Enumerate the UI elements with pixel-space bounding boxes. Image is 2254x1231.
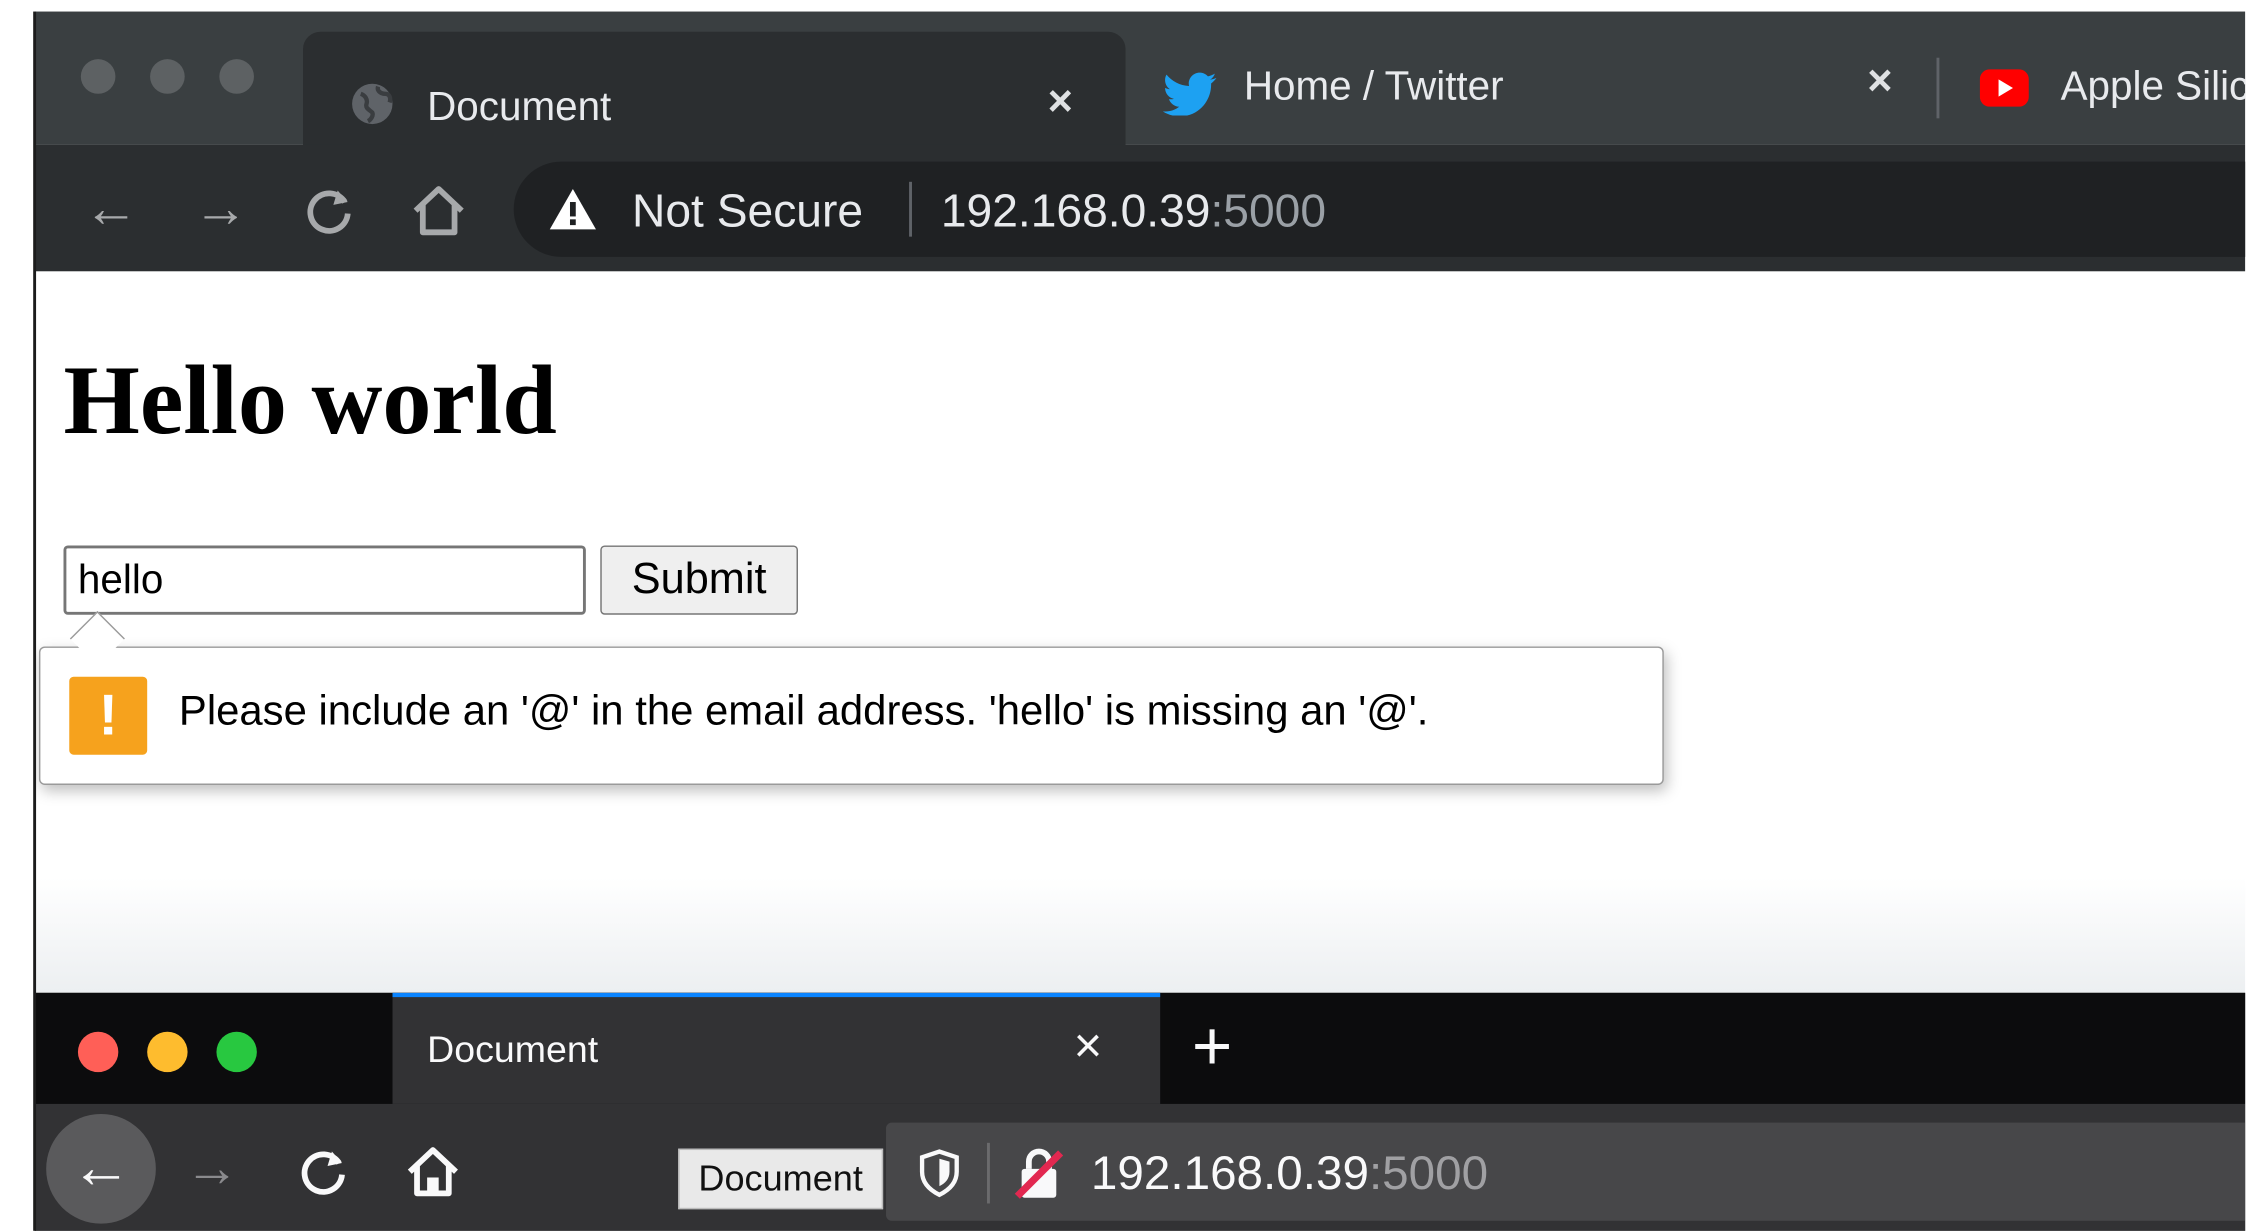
- url-host: 192.168.0.39: [940, 184, 1211, 237]
- email-input[interactable]: [63, 545, 586, 615]
- top-margin: [0, 0, 2254, 12]
- home-icon[interactable]: [410, 182, 468, 240]
- address-separator: [909, 181, 912, 237]
- twitter-icon: [1163, 72, 1217, 116]
- warning-triangle-icon[interactable]: [548, 186, 597, 232]
- new-tab-plus-icon[interactable]: +: [1192, 1007, 1232, 1086]
- url-text[interactable]: 192.168.0.39:5000: [1091, 1146, 1488, 1201]
- right-margin: [2245, 0, 2254, 1231]
- reload-icon[interactable]: [303, 185, 355, 237]
- forward-arrow-icon[interactable]: →: [185, 1140, 240, 1198]
- window-shadow: [34, 877, 2246, 993]
- home-icon[interactable]: [404, 1143, 462, 1201]
- url-port: :5000: [1368, 1145, 1489, 1200]
- window-close-button[interactable]: [77, 1031, 119, 1073]
- url-port: :5000: [1210, 184, 1327, 237]
- warning-icon: !: [69, 676, 148, 755]
- url-host: 192.168.0.39: [1090, 1145, 1369, 1200]
- chrome-tab-title: Apple Silic: [2060, 63, 2246, 109]
- chrome-tab-document[interactable]: Document ×: [303, 31, 1126, 148]
- firefox-tab-title: Document: [427, 1027, 599, 1071]
- firefox-tab-bar: Document × +: [34, 992, 2246, 1104]
- screenshot-stage: Document × Home / Twitter × Apple Silic: [0, 0, 2254, 1231]
- back-arrow-icon[interactable]: ←: [46, 1113, 156, 1224]
- chrome-tab-close-icon[interactable]: ×: [1048, 78, 1073, 127]
- chrome-window: Document × Home / Twitter × Apple Silic: [34, 11, 2246, 993]
- window-close-button[interactable]: [80, 59, 116, 94]
- chrome-tab-strip: Document × Home / Twitter × Apple Silic: [34, 11, 2246, 148]
- window-minimize-button[interactable]: [150, 59, 185, 94]
- window-maximize-button[interactable]: [216, 1031, 257, 1073]
- window-edge: [33, 11, 37, 1231]
- address-separator: [987, 1142, 990, 1204]
- validation-tooltip: ! Please include an '@' in the email add…: [38, 646, 1664, 785]
- back-arrow-icon[interactable]: ←: [84, 180, 139, 238]
- security-label[interactable]: Not Secure: [632, 185, 863, 238]
- firefox-address-bar[interactable]: [886, 1122, 2246, 1221]
- window-minimize-button[interactable]: [147, 1031, 188, 1073]
- insecure-lock-icon[interactable]: [1013, 1146, 1065, 1201]
- chrome-tab-close-icon[interactable]: ×: [1867, 58, 1892, 107]
- chrome-tab-title: Document: [427, 83, 612, 129]
- firefox-window: Document × + ← → 192.168.0.39:5000: [34, 992, 2246, 1231]
- hover-tooltip: Document: [678, 1148, 884, 1210]
- firefox-tab-document[interactable]: Document ×: [392, 992, 1161, 1104]
- tab-divider: [1936, 57, 1940, 119]
- active-tab-indicator: [392, 992, 1161, 998]
- validation-message: Please include an '@' in the email addre…: [178, 688, 1429, 735]
- window-maximize-button[interactable]: [219, 59, 254, 94]
- reload-icon[interactable]: [297, 1146, 349, 1198]
- chrome-tab-title: Home / Twitter: [1243, 63, 1504, 109]
- url-text[interactable]: 192.168.0.39:5000: [941, 185, 1326, 238]
- firefox-tab-close-icon[interactable]: ×: [1074, 1019, 1103, 1075]
- page-heading: Hello world: [63, 344, 557, 455]
- forward-arrow-icon[interactable]: →: [193, 180, 248, 238]
- youtube-icon: [1979, 69, 2029, 107]
- submit-button[interactable]: Submit: [600, 545, 798, 615]
- globe-icon: [352, 83, 393, 125]
- tracking-protection-shield-icon[interactable]: [918, 1149, 961, 1198]
- left-margin: [0, 0, 35, 1231]
